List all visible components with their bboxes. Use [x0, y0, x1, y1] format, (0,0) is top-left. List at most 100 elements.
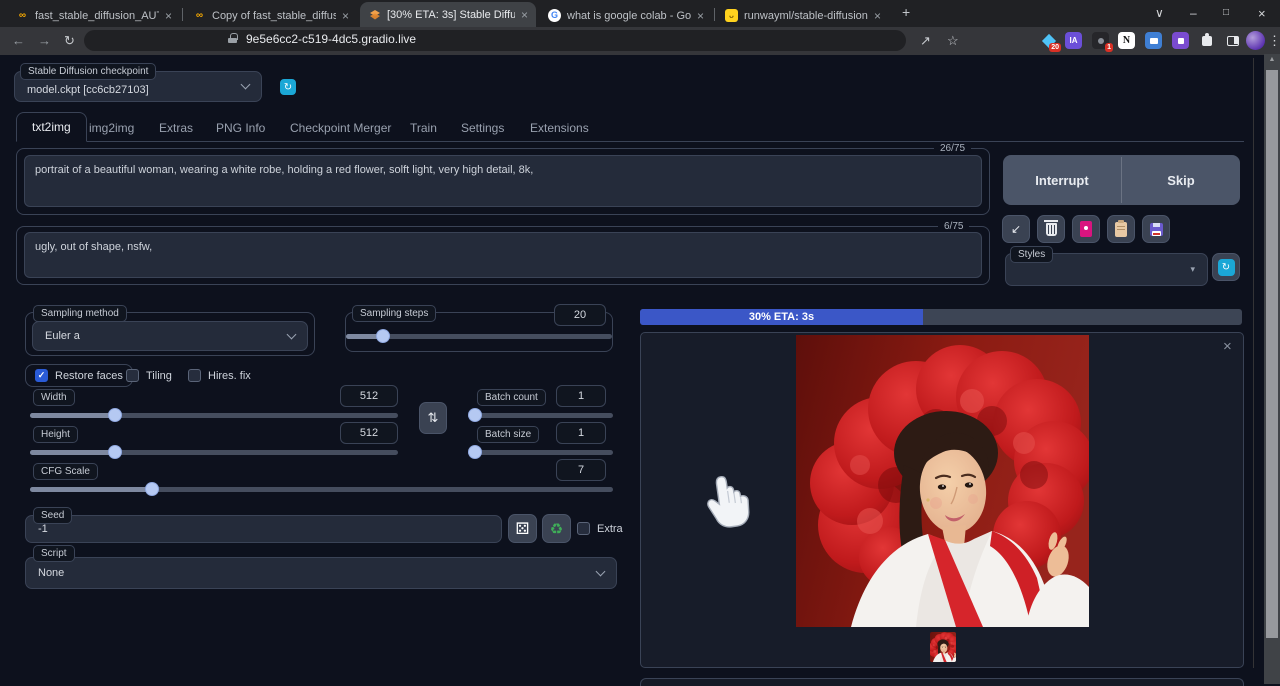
tab-close-icon[interactable]: × — [521, 8, 528, 22]
tab-close-icon[interactable]: × — [874, 9, 881, 23]
extension-icon-blue-diamond[interactable]: 20 — [1040, 32, 1057, 49]
generated-image[interactable] — [796, 335, 1089, 627]
address-bar[interactable] — [84, 30, 906, 51]
extension-icon-ia[interactable]: IA — [1065, 32, 1082, 49]
negative-token-counter: 6/75 — [938, 221, 969, 232]
tab-train[interactable]: Train — [410, 121, 437, 135]
batch-size-slider[interactable] — [468, 445, 613, 459]
extra-seed-toggle[interactable]: Extra — [572, 517, 628, 540]
width-label: Width — [33, 389, 75, 406]
paste-arrow-icon: ↙ — [1011, 222, 1021, 236]
styles-label: Styles — [1010, 246, 1053, 263]
prompt-input[interactable]: portrait of a beautiful woman, wearing a… — [24, 155, 982, 207]
browser-tab-colab-1[interactable]: ∞ fast_stable_diffusion_AUTOMA × — [8, 4, 180, 27]
tiling-toggle[interactable]: Tiling — [116, 364, 182, 387]
seed-input[interactable]: -1 — [25, 515, 502, 543]
tab-txt2img[interactable]: txt2img — [16, 112, 87, 142]
height-value[interactable]: 512 — [340, 422, 398, 444]
swap-dimensions-button[interactable]: ⇅ — [419, 402, 447, 434]
apply-style-button[interactable] — [1107, 215, 1135, 243]
cfg-scale-value[interactable]: 7 — [556, 459, 606, 481]
gallery-thumbnail[interactable] — [930, 632, 956, 662]
seed-label: Seed — [33, 507, 72, 524]
back-icon[interactable]: ← — [12, 33, 25, 48]
negative-prompt-input[interactable]: ugly, out of shape, nsfw, — [24, 232, 982, 278]
cfg-scale-slider[interactable] — [30, 482, 613, 496]
interrupt-button[interactable]: Interrupt — [1003, 155, 1121, 205]
browser-tab-stable-diffusion-active[interactable]: [30% ETA: 3s] Stable Diffusion × — [360, 2, 536, 27]
checkbox-checked-icon: ✓ — [35, 369, 48, 382]
profile-avatar[interactable] — [1246, 31, 1265, 50]
forward-icon[interactable]: → — [38, 33, 51, 48]
progress-bar: 30% ETA: 3s — [640, 309, 1242, 325]
page-scrollbar[interactable]: ▲ — [1264, 54, 1280, 684]
random-seed-button[interactable]: ⚄ — [508, 514, 537, 543]
script-select[interactable]: None — [25, 557, 617, 589]
reload-icon[interactable]: ↻ — [64, 33, 75, 49]
browser-tab-google-search[interactable]: G what is google colab - Google × — [540, 4, 712, 27]
bookmark-star-icon[interactable]: ☆ — [947, 33, 959, 49]
browser-menu-icon[interactable]: ⋮ — [1268, 33, 1280, 49]
rect-shape — [1178, 38, 1184, 44]
tab-title: what is google colab - Google — [567, 10, 691, 22]
tab-img2img[interactable]: img2img — [89, 121, 134, 135]
extension-icon-blue-square[interactable] — [1145, 32, 1162, 49]
extension-icon-purple[interactable] — [1172, 32, 1189, 49]
save-style-button[interactable] — [1142, 215, 1170, 243]
sampling-steps-value[interactable]: 20 — [554, 304, 606, 326]
checkpoint-refresh-button[interactable]: ↻ — [280, 79, 296, 95]
tab-extras[interactable]: Extras — [159, 121, 193, 135]
tab-png-info[interactable]: PNG Info — [216, 121, 265, 135]
progress-text: 30% ETA: 3s — [749, 311, 814, 323]
screen: { "icons": { "check": "✓", "back": "←", … — [0, 0, 1280, 684]
width-slider[interactable] — [30, 408, 398, 422]
batch-count-slider[interactable] — [468, 408, 613, 422]
url-text[interactable]: 9e5e6cc2-c519-4dc5.gradio.live — [246, 32, 416, 46]
browser-tab-bar: ∞ fast_stable_diffusion_AUTOMA × ∞ Copy … — [0, 0, 1280, 27]
clear-prompt-button[interactable] — [1037, 215, 1065, 243]
gallery-close-icon[interactable]: × — [1223, 338, 1232, 355]
scrollbar-up-icon[interactable]: ▲ — [1264, 56, 1280, 63]
browser-tab-colab-2[interactable]: ∞ Copy of fast_stable_diffusion × — [185, 4, 357, 27]
dice-icon: ⚄ — [516, 519, 530, 539]
height-slider[interactable] — [30, 445, 398, 459]
page-container-border — [1253, 58, 1254, 668]
hires-fix-toggle[interactable]: Hires. fix — [178, 364, 261, 387]
skip-button[interactable]: Skip — [1122, 155, 1240, 205]
window-maximize-button[interactable]: □ — [1223, 7, 1229, 18]
extension-icon-notion[interactable]: N — [1118, 32, 1135, 49]
tab-separator — [714, 8, 715, 21]
new-tab-button[interactable]: + — [902, 4, 910, 20]
tab-separator — [182, 8, 183, 21]
scrollbar-thumb[interactable] — [1266, 70, 1278, 638]
interrupt-skip-group: Interrupt Skip — [1003, 155, 1240, 205]
extensions-puzzle-icon[interactable] — [1198, 32, 1215, 49]
width-value[interactable]: 512 — [340, 385, 398, 407]
browser-tab-huggingface[interactable]: ᴗ runwayml/stable-diffusion-v1 × — [717, 4, 889, 27]
clipboard-icon — [1115, 222, 1127, 237]
tab-close-icon[interactable]: × — [165, 9, 172, 23]
styles-refresh-button[interactable]: ↻ — [1212, 253, 1240, 281]
sampling-steps-slider[interactable] — [346, 329, 612, 343]
side-panel-icon[interactable] — [1224, 32, 1241, 49]
extension-icon-dark[interactable]: 1 — [1092, 32, 1109, 49]
reuse-seed-button[interactable]: ♻ — [542, 514, 571, 543]
tab-close-icon[interactable]: × — [697, 9, 704, 23]
share-icon[interactable]: ↗ — [920, 33, 931, 49]
tab-settings[interactable]: Settings — [461, 121, 504, 135]
batch-size-value[interactable]: 1 — [556, 422, 606, 444]
checkpoint-label: Stable Diffusion checkpoint — [20, 63, 156, 80]
tab-close-icon[interactable]: × — [342, 9, 349, 23]
tab-extensions[interactable]: Extensions — [530, 121, 589, 135]
tab-title: runwayml/stable-diffusion-v1 — [744, 10, 868, 22]
paste-params-button[interactable]: ↙ — [1002, 215, 1030, 243]
trash-icon — [1046, 223, 1057, 236]
lock-icon[interactable] — [228, 33, 237, 43]
window-close-button[interactable]: × — [1258, 6, 1266, 21]
window-minimize-button[interactable]: – — [1190, 6, 1197, 20]
sampling-method-select[interactable]: Euler a — [32, 321, 308, 351]
tab-checkpoint-merger[interactable]: Checkpoint Merger — [290, 121, 391, 135]
extra-networks-button[interactable] — [1072, 215, 1100, 243]
tab-search-chevron-icon[interactable]: ∨ — [1155, 6, 1164, 20]
batch-count-value[interactable]: 1 — [556, 385, 606, 407]
